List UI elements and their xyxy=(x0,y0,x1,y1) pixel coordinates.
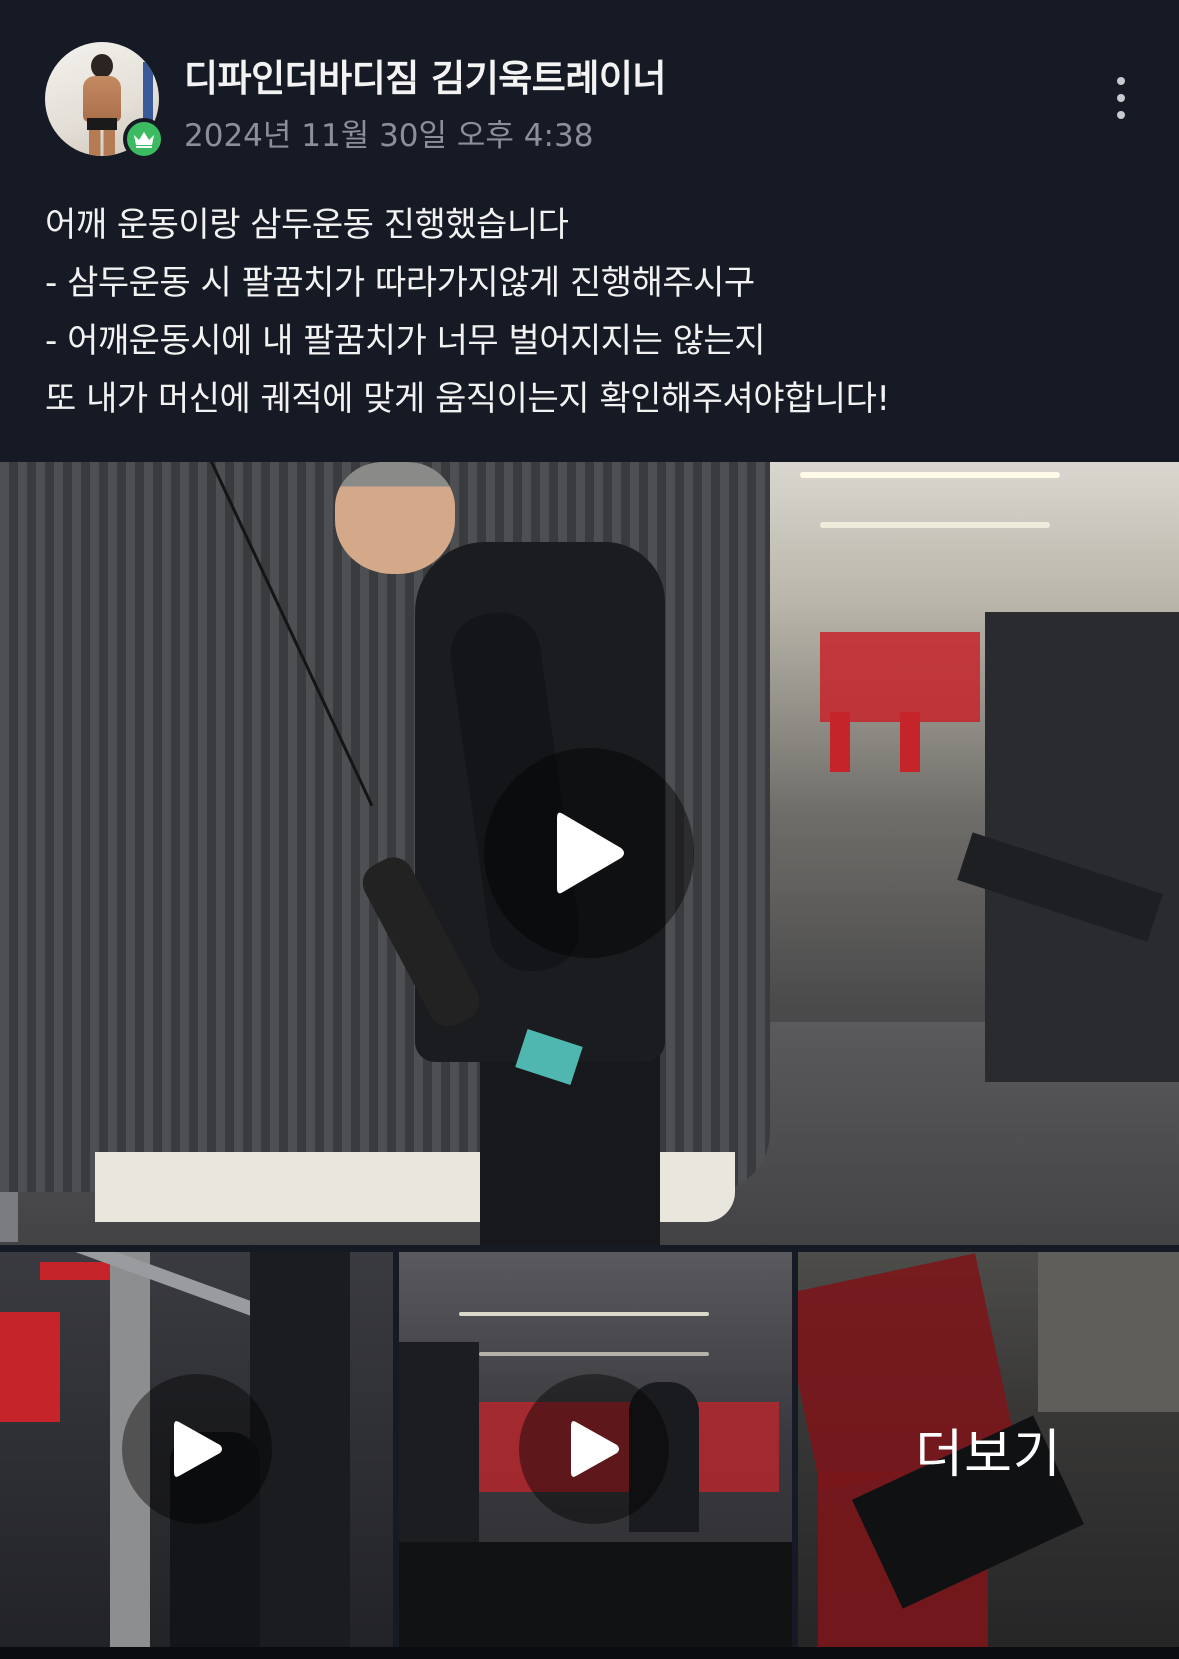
video-thumbnail[interactable] xyxy=(0,1252,393,1647)
author-avatar[interactable] xyxy=(45,42,165,160)
video-thumbnail[interactable] xyxy=(399,1252,792,1647)
play-button[interactable] xyxy=(122,1374,272,1524)
play-icon xyxy=(557,812,624,894)
play-icon xyxy=(571,1421,619,1477)
media-thumbnails: 더보기 xyxy=(0,1252,1179,1647)
post-body-line: - 어깨운동시에 내 팔꿈치가 너무 벌어지지는 않는지 xyxy=(45,321,766,361)
author-name[interactable]: 디파인더바디짐 김기욱트레이너 xyxy=(184,48,666,102)
more-media-thumbnail[interactable]: 더보기 xyxy=(798,1252,1179,1647)
play-button[interactable] xyxy=(484,748,694,958)
more-options-button[interactable] xyxy=(1100,68,1142,128)
more-vertical-icon xyxy=(1117,77,1125,85)
post-body-line: 또 내가 머신에 궤적에 맞게 움직이는지 확인해주셔야합니다! xyxy=(45,379,890,419)
main-video[interactable] xyxy=(0,462,1179,1245)
post-timestamp: 2024년 11월 30일 오후 4:38 xyxy=(184,118,594,154)
play-button[interactable] xyxy=(519,1374,669,1524)
more-photos-label[interactable]: 더보기 xyxy=(798,1252,1179,1647)
crown-icon xyxy=(123,118,165,160)
post-body-line: - 삼두운동 시 팔꿈치가 따라가지않게 진행해주시구 xyxy=(45,263,755,303)
post-card: 디파인더바디짐 김기욱트레이너 2024년 11월 30일 오후 4:38 어깨… xyxy=(0,0,1179,1659)
post-body: 어깨 운동이랑 삼두운동 진행했습니다 - 삼두운동 시 팔꿈치가 따라가지않게… xyxy=(45,196,1155,428)
post-body-line: 어깨 운동이랑 삼두운동 진행했습니다 xyxy=(45,205,569,245)
play-icon xyxy=(174,1421,222,1477)
